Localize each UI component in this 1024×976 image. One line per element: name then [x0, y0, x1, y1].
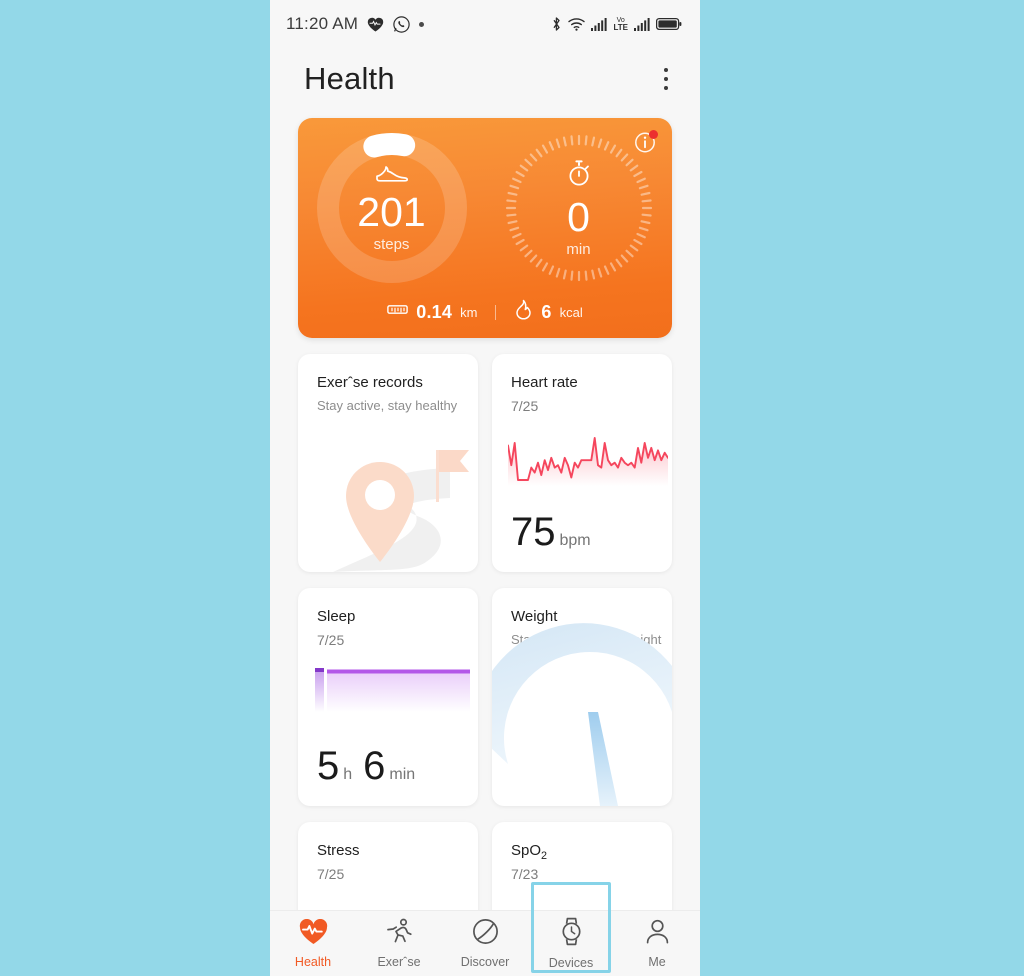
minutes-unit: min — [566, 241, 591, 258]
signal-bars-2-icon — [634, 17, 650, 31]
minutes-ring-wrapper[interactable]: 0 min — [485, 132, 672, 284]
sleep-value-row: 5 h 6 min — [317, 746, 415, 786]
spo2-card-title: SpO2 — [511, 842, 547, 862]
spo2-card[interactable]: SpO2 7/23 — [492, 822, 672, 910]
steps-unit: steps — [373, 236, 410, 253]
volte-bottom-label: LTE — [613, 22, 628, 32]
screenshot-root: 11:20 AM Vo LTE Health 201 steps 0 min 0… — [0, 0, 1024, 976]
running-icon — [386, 918, 413, 950]
minutes-value: 0 — [567, 194, 590, 240]
activity-summary-card[interactable]: 201 steps 0 min 0.14 km 6 kcal — [298, 118, 672, 338]
kebab-dot-1 — [664, 68, 668, 72]
nav-item-exercise[interactable]: Exerˆse — [356, 911, 442, 976]
dot-indicator — [419, 21, 425, 27]
person-icon — [644, 918, 671, 950]
stress-card-title: Stress — [317, 842, 360, 859]
shoe-icon — [375, 163, 409, 188]
minutes-ring: 0 min — [503, 132, 655, 284]
exercise-records-card[interactable]: Exerˆse records Stay active, stay health… — [298, 354, 478, 572]
activity-rings: 201 steps 0 min — [298, 132, 672, 284]
status-bar-right: Vo LTE — [551, 16, 682, 32]
nav-label-exercise: Exerˆse — [377, 955, 421, 969]
nav-item-me[interactable]: Me — [614, 911, 700, 976]
status-time: 11:20 AM — [286, 14, 359, 33]
heart-rate-value: 75 — [511, 510, 556, 554]
sleep-minutes: 6 — [363, 744, 386, 788]
stats-divider — [495, 304, 497, 320]
compass-icon — [472, 918, 499, 950]
heart-rate-value-row: 75 bpm — [511, 512, 591, 552]
more-options-button[interactable] — [652, 63, 680, 95]
status-bar-left: 11:20 AM — [286, 14, 425, 34]
status-bar: 11:20 AM Vo LTE — [270, 0, 700, 48]
distance-stat: 0.14 km — [387, 302, 477, 323]
nav-label-health: Health — [294, 954, 332, 969]
kebab-dot-3 — [664, 86, 668, 90]
watch-icon — [558, 917, 585, 951]
kebab-dot-2 — [664, 77, 668, 81]
map-pin-route-icon — [298, 354, 478, 572]
wifi-icon — [568, 17, 586, 31]
app-bar: Health — [270, 48, 700, 110]
sleep-hours: 5 — [317, 744, 340, 788]
heart-rate-card[interactable]: Heart rate 7/25 75 bpm — [492, 354, 672, 572]
cards-grid-row-3: Stress 7/25 SpO2 7/23 — [270, 822, 700, 910]
phone-screen: 11:20 AM Vo LTE Health 201 steps 0 min 0… — [270, 0, 700, 976]
sleep-hours-unit: h — [343, 766, 353, 783]
sleep-minutes-unit: min — [389, 766, 416, 783]
nav-item-health[interactable]: Health — [270, 911, 356, 976]
stress-card-date: 7/25 — [317, 866, 345, 882]
cards-grid-row-2: Sleep 7/25 5 h 6 min Weight — [270, 588, 700, 806]
nav-item-devices[interactable]: Devices — [528, 882, 614, 976]
heart-rate-card-title: Heart rate — [511, 374, 578, 391]
spo2-title-subscript: 2 — [541, 850, 548, 862]
steps-value: 201 — [357, 189, 426, 235]
page-title: Health — [304, 61, 395, 96]
heart-rate-unit: bpm — [559, 532, 591, 549]
whatsapp-icon — [393, 15, 410, 33]
volte-icon: Vo LTE — [613, 17, 628, 32]
signal-bars-icon — [591, 17, 608, 31]
heart-rate-icon — [367, 17, 384, 32]
scroll-content[interactable]: 201 steps 0 min 0.14 km 6 kcal Exerˆse r… — [270, 110, 700, 910]
distance-unit: km — [460, 304, 478, 320]
battery-icon — [656, 17, 682, 31]
sleep-card-date: 7/25 — [317, 632, 345, 648]
spo2-title-text: SpO — [511, 842, 542, 859]
steps-ring-center: 201 steps — [316, 132, 468, 284]
heart-rate-chart — [507, 430, 669, 486]
bluetooth-icon — [551, 16, 562, 32]
heart-rate-card-date: 7/25 — [511, 398, 539, 414]
sleep-card[interactable]: Sleep 7/25 5 h 6 min — [298, 588, 478, 806]
nav-label-devices: Devices — [548, 956, 594, 970]
calories-stat: 6 kcal — [514, 299, 583, 325]
minutes-ring-center: 0 min — [503, 132, 655, 284]
nav-label-me: Me — [648, 955, 666, 969]
calories-value: 6 — [541, 301, 552, 322]
steps-ring: 201 steps — [316, 132, 468, 284]
calories-unit: kcal — [559, 304, 583, 320]
sleep-chart — [315, 666, 470, 712]
nav-label-discover: Discover — [460, 955, 510, 969]
bottom-navigation: Health Exerˆse Discover Devices Me — [270, 882, 700, 976]
distance-value: 0.14 — [416, 301, 453, 322]
steps-ring-wrapper[interactable]: 201 steps — [298, 132, 485, 284]
sleep-card-title: Sleep — [317, 608, 356, 625]
flame-icon — [514, 299, 533, 325]
scale-gauge-icon — [492, 588, 672, 806]
cards-grid-row-1: Exerˆse records Stay active, stay health… — [270, 354, 700, 572]
activity-footer-stats: 0.14 km 6 kcal — [298, 299, 672, 325]
spo2-card-date: 7/23 — [511, 866, 539, 882]
heart-pulse-icon — [299, 918, 328, 950]
ruler-icon — [387, 303, 409, 321]
nav-item-discover[interactable]: Discover — [442, 911, 528, 976]
stopwatch-icon — [565, 158, 593, 193]
weight-card[interactable]: Weight Stay on top of your weight — [492, 588, 672, 806]
stress-card[interactable]: Stress 7/25 — [298, 822, 478, 910]
